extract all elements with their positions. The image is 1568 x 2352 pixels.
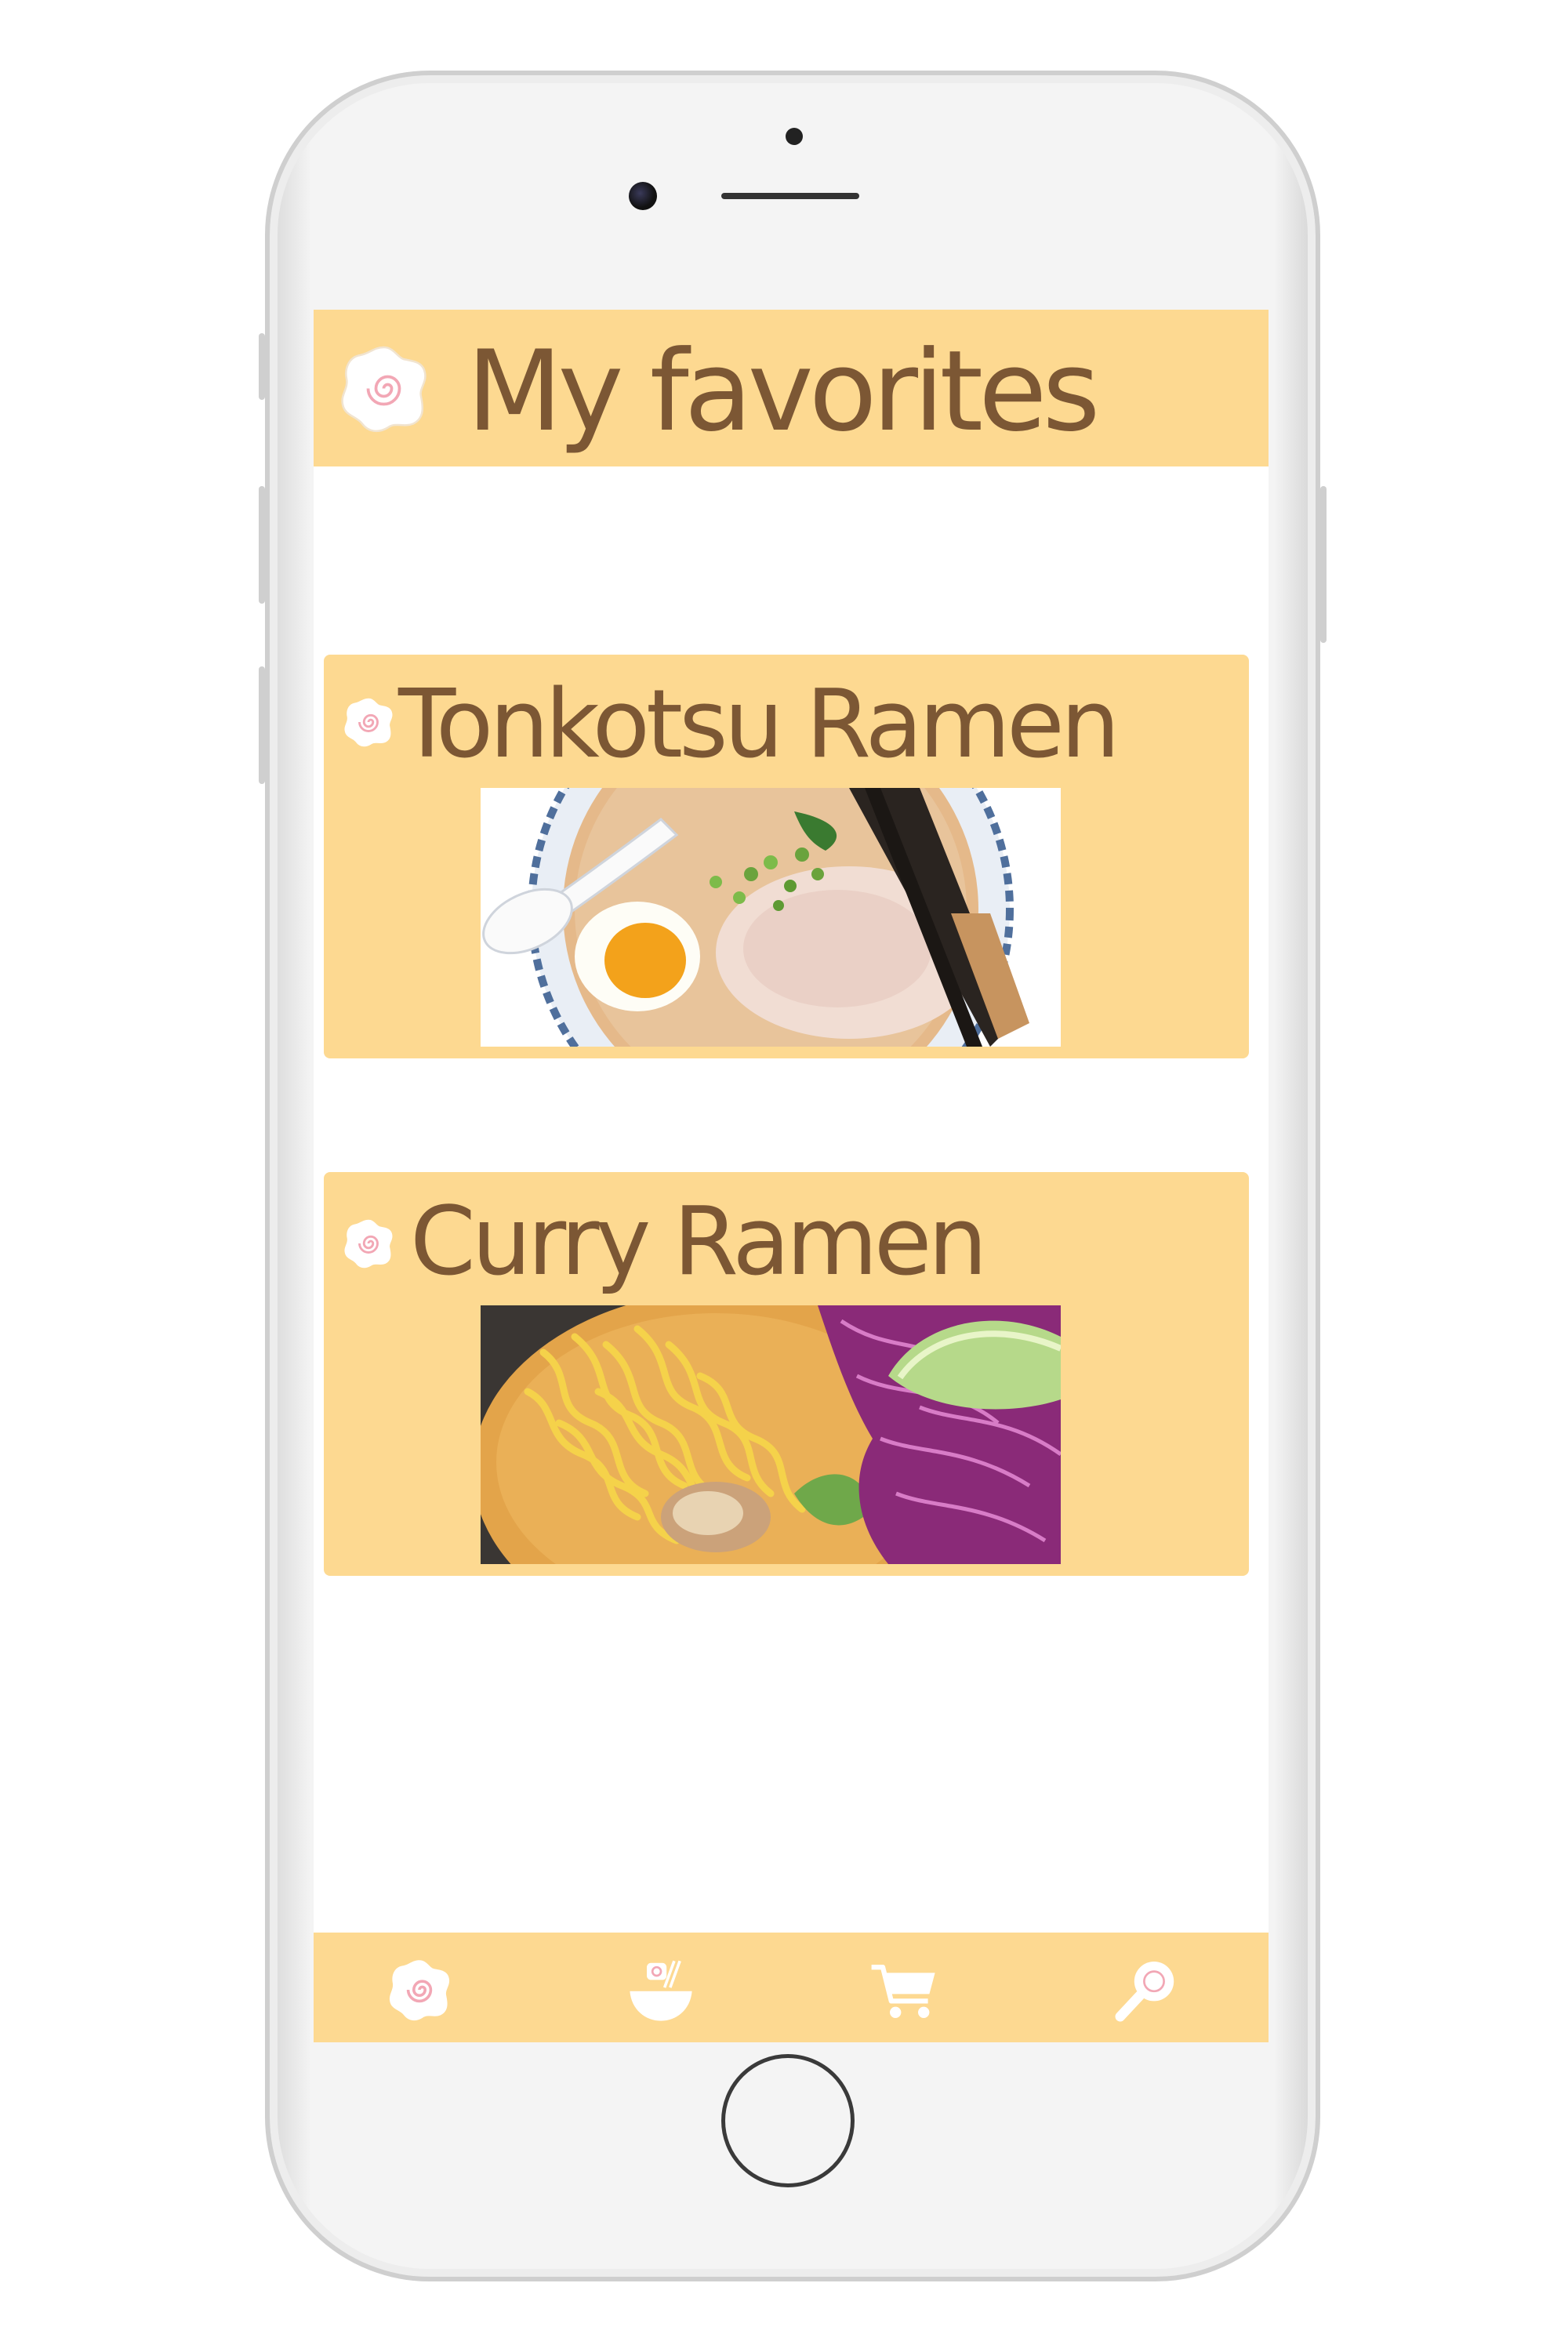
tonkotsu-ramen-photo bbox=[481, 788, 1061, 1047]
bottom-nav bbox=[314, 1933, 1269, 2042]
narutomaki-icon bbox=[344, 698, 393, 747]
cart-icon[interactable] bbox=[869, 1955, 939, 2025]
favorite-card-tonkotsu[interactable]: Tonkotsu Ramen bbox=[324, 655, 1249, 1058]
curry-ramen-photo bbox=[481, 1305, 1061, 1564]
proximity-sensor bbox=[786, 128, 803, 145]
narutomaki-icon[interactable] bbox=[384, 1955, 455, 2025]
page-title: My favorites bbox=[466, 327, 1100, 456]
favorite-card-curry[interactable]: Curry Ramen bbox=[324, 1172, 1249, 1576]
mute-switch bbox=[259, 333, 265, 400]
front-camera bbox=[629, 182, 657, 210]
narutomaki-icon bbox=[344, 1219, 393, 1269]
favorite-title: Curry Ramen bbox=[410, 1188, 988, 1297]
ramen-bowl-icon[interactable] bbox=[626, 1955, 696, 2025]
app-screen: My favorites Tonkotsu Ramen Curry Ramen bbox=[314, 310, 1269, 2042]
page-header: My favorites bbox=[314, 310, 1269, 466]
earpiece-speaker bbox=[721, 193, 859, 199]
volume-down-button bbox=[259, 666, 265, 784]
search-icon[interactable] bbox=[1112, 1955, 1182, 2025]
home-button[interactable] bbox=[721, 2054, 855, 2187]
favorite-title: Tonkotsu Ramen bbox=[398, 670, 1120, 779]
volume-up-button bbox=[259, 486, 265, 604]
power-button bbox=[1320, 486, 1327, 643]
narutomaki-icon bbox=[341, 346, 426, 433]
